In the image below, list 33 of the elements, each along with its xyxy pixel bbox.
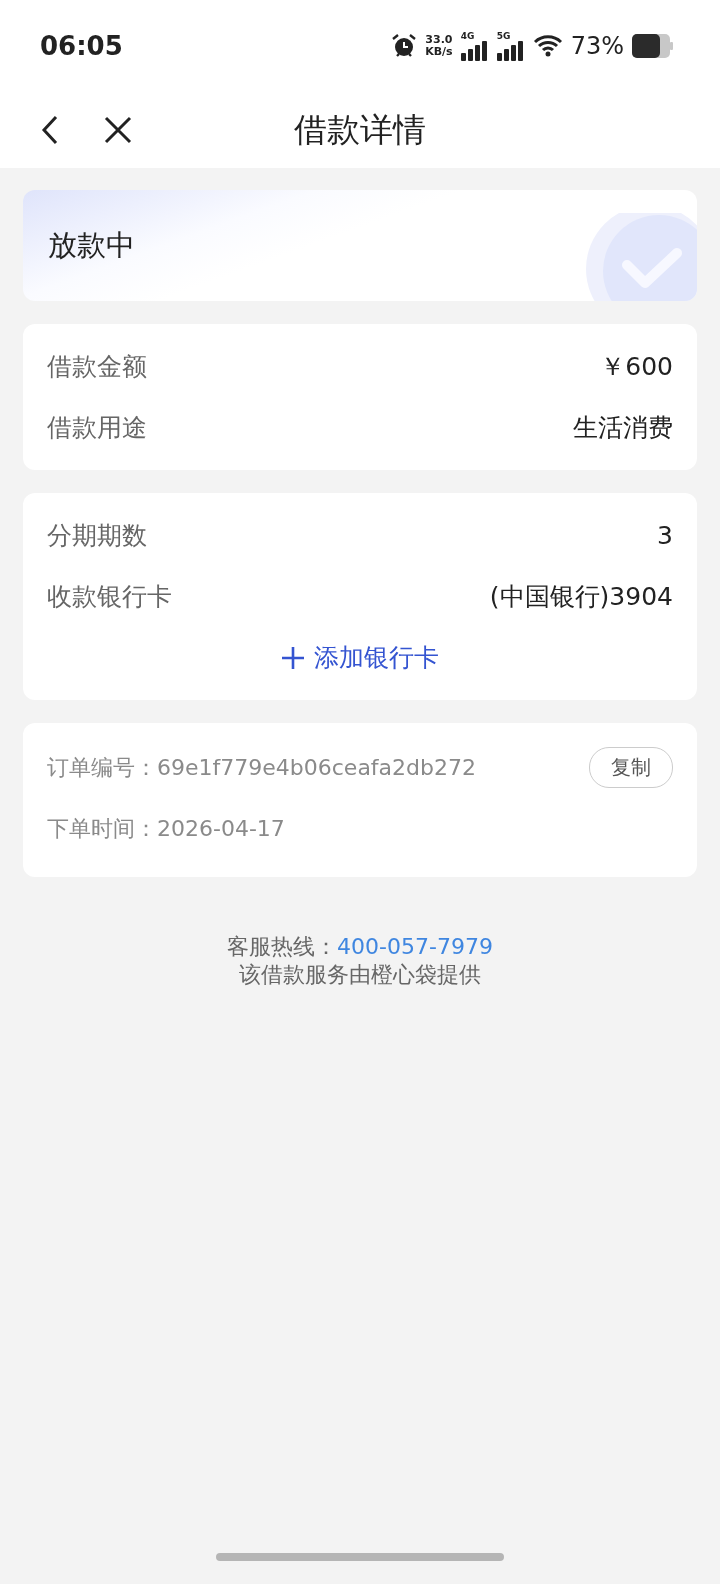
battery-icon bbox=[632, 34, 674, 58]
network-type: 5G bbox=[496, 31, 512, 41]
page-title: 借款详情 bbox=[294, 109, 426, 149]
order-number: 订单编号：69e1f779e4b06ceafa2db272 bbox=[47, 753, 476, 782]
network-speed: 33.0 bbox=[425, 34, 453, 46]
field-value: 生活消费 bbox=[573, 412, 673, 444]
hotline-label: 客服热线： bbox=[227, 934, 338, 959]
field-label: 分期期数 bbox=[47, 520, 147, 552]
network-type: 4G bbox=[460, 31, 476, 41]
field-label: 借款用途 bbox=[47, 412, 147, 444]
status-time: 06:05 bbox=[40, 31, 123, 61]
add-bank-card-button[interactable]: 添加银行卡 bbox=[281, 627, 439, 688]
field-label: 借款金额 bbox=[47, 351, 147, 383]
network-speed-unit: KB/s bbox=[425, 46, 453, 58]
loan-status: 放款中 bbox=[48, 226, 135, 264]
order-time: 下单时间：2026-04-17 bbox=[47, 814, 285, 843]
signal-icon bbox=[460, 41, 489, 61]
copy-button[interactable]: 复制 bbox=[589, 747, 673, 788]
wifi-icon bbox=[532, 34, 563, 58]
back-icon bbox=[40, 115, 60, 145]
field-label: 收款银行卡 bbox=[47, 581, 172, 613]
hotline-link[interactable]: 400-057-7979 bbox=[337, 934, 493, 959]
alarm-icon bbox=[391, 33, 418, 59]
close-icon bbox=[104, 116, 132, 144]
signal-icon bbox=[496, 41, 525, 61]
plus-icon bbox=[281, 646, 304, 669]
field-value: ￥600 bbox=[600, 351, 673, 383]
battery-percent: 73% bbox=[570, 32, 624, 60]
field-value: (中国银行)3904 bbox=[489, 581, 673, 613]
provider-note: 该借款服务由橙心袋提供 bbox=[239, 961, 481, 989]
back-button[interactable] bbox=[40, 115, 60, 145]
close-button[interactable] bbox=[104, 116, 132, 144]
field-value: 3 bbox=[657, 521, 673, 550]
